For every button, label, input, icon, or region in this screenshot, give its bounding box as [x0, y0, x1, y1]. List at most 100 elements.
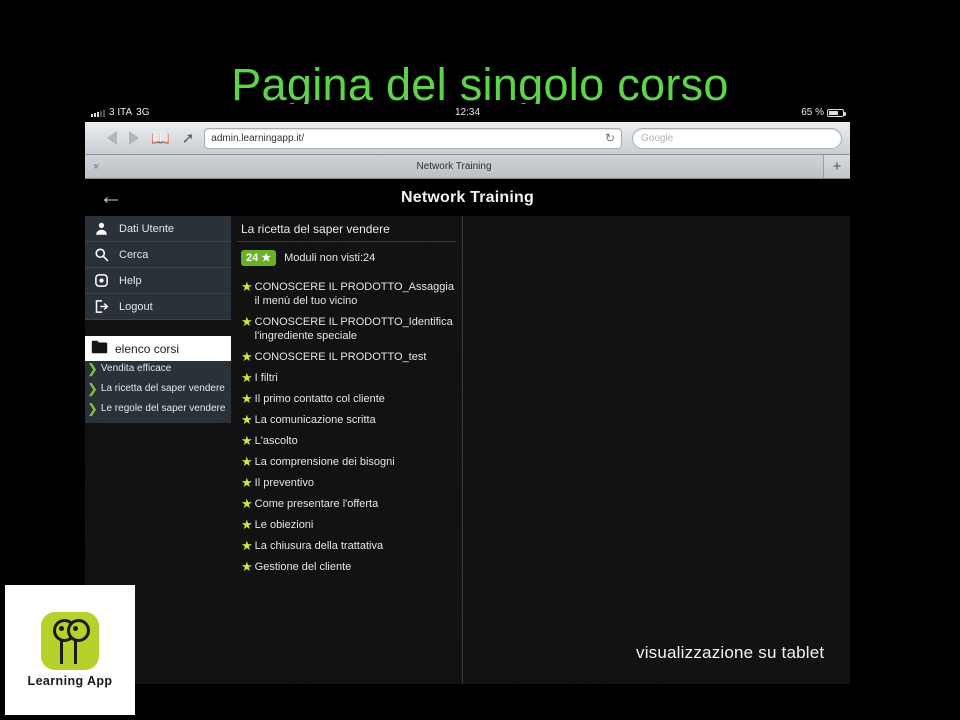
slide-caption: visualizzazione su tablet	[636, 643, 825, 662]
list-item[interactable]: ★ CONOSCERE IL PRODOTTO_Identifica l'ing…	[237, 315, 456, 350]
search-placeholder: Google	[641, 132, 674, 144]
logo-label: Learning App	[27, 674, 113, 688]
list-item[interactable]: ★ La comprensione dei bisogni	[237, 455, 456, 476]
list-item[interactable]: ❯ La ricetta del saper vendere	[85, 383, 231, 403]
help-icon	[91, 271, 111, 291]
star-icon: ★	[241, 559, 253, 574]
module-label: Le obiezioni	[254, 519, 314, 531]
list-item[interactable]: ★ L'ascolto	[237, 434, 456, 455]
reload-icon[interactable]: ↻	[605, 131, 615, 145]
module-label: Gestione del cliente	[254, 561, 352, 573]
list-item[interactable]: ★ I filtri	[237, 371, 456, 392]
module-label: Il preventivo	[254, 477, 314, 489]
folder-icon	[91, 340, 108, 357]
close-icon[interactable]: ×	[93, 161, 99, 173]
status-bar-right: 65 %	[801, 104, 846, 122]
share-icon[interactable]: ➚	[182, 131, 195, 146]
tab-label: Network Training	[416, 161, 492, 172]
unseen-modules-label: Moduli non visti:24	[284, 252, 376, 264]
app-body: Dati Utente Cerca Help Logout elenco cor…	[85, 216, 850, 684]
clock-label: 12:34	[454, 107, 481, 118]
module-column: La ricetta del saper vendere 24 ★ Moduli…	[231, 216, 463, 684]
list-item[interactable]: ★ Come presentare l'offerta	[237, 497, 456, 518]
logout-icon	[91, 297, 111, 317]
status-bar: 3 ITA 3G 12:34 65 %	[85, 104, 850, 122]
new-tab-button[interactable]: +	[824, 155, 850, 178]
course-list: ❯ Vendita efficace ❯ La ricetta del sape…	[85, 361, 231, 423]
url-input[interactable]: admin.learningapp.it/ ↻	[204, 127, 622, 149]
eye-left-icon	[53, 619, 76, 664]
badge-count: 24	[246, 252, 259, 264]
elenco-corsi-label: elenco corsi	[115, 341, 180, 356]
sidebar-item-dati-utente[interactable]: Dati Utente	[85, 216, 231, 242]
module-label: Il primo contatto col cliente	[254, 393, 385, 405]
course-label: La ricetta del saper vendere	[100, 383, 225, 394]
eye-right-icon	[67, 619, 90, 664]
list-item[interactable]: ★ Il preventivo	[237, 476, 456, 497]
module-label: CONOSCERE IL PRODOTTO_Assaggia il menù d…	[254, 281, 454, 307]
course-label: Le regole del saper vendere	[100, 403, 226, 414]
list-item[interactable]: ★ Il primo contatto col cliente	[237, 392, 456, 413]
detail-pane	[463, 216, 850, 684]
list-item[interactable]: ★ Gestione del cliente	[237, 560, 456, 581]
module-label: CONOSCERE IL PRODOTTO_Identifica l'ingre…	[254, 316, 453, 342]
sidebar-item-label: Help	[119, 274, 142, 287]
app-page: ← Network Training Dati Utente Cerca Hel…	[85, 179, 850, 684]
slide: Pagina del singolo corso 3 ITA 3G 12:34 …	[0, 0, 960, 720]
star-icon: ★	[241, 517, 253, 532]
star-icon: ★	[241, 433, 253, 448]
list-item[interactable]: ★ La chiusura della trattativa	[237, 539, 456, 560]
battery-icon	[827, 109, 846, 117]
search-input[interactable]: Google	[632, 127, 842, 149]
chevron-right-icon: ❯	[87, 383, 98, 396]
module-list: ★ CONOSCERE IL PRODOTTO_Assaggia il menù…	[237, 270, 456, 581]
course-label: Vendita efficace	[100, 363, 172, 374]
star-icon: ★	[241, 279, 253, 294]
chevron-right-icon: ❯	[87, 363, 98, 376]
star-icon: ★	[241, 475, 253, 490]
tab-network-training[interactable]: × Network Training	[85, 155, 824, 178]
list-item[interactable]: ★ CONOSCERE IL PRODOTTO_Assaggia il menù…	[237, 280, 456, 315]
tablet-screenshot: 3 ITA 3G 12:34 65 % 📖 ➚ admin.learningap…	[85, 104, 850, 684]
sidebar-item-cerca[interactable]: Cerca	[85, 242, 231, 268]
module-label: I filtri	[254, 372, 278, 384]
back-arrow-icon[interactable]: ←	[99, 185, 123, 209]
sidebar-item-label: Cerca	[119, 248, 149, 261]
logo: Learning App	[5, 585, 135, 715]
tab-strip: × Network Training +	[85, 155, 850, 179]
elenco-corsi-header[interactable]: elenco corsi	[85, 336, 231, 361]
star-icon: ★	[241, 454, 253, 469]
star-icon: ★	[241, 496, 253, 511]
module-label: L'ascolto	[254, 435, 298, 447]
sidebar-menu: Dati Utente Cerca Help Logout	[85, 216, 231, 320]
app-header: ← Network Training	[85, 179, 850, 216]
app-title: Network Training	[401, 188, 534, 206]
star-icon: ★	[241, 349, 253, 364]
list-item[interactable]: ★ CONOSCERE IL PRODOTTO_test	[237, 350, 456, 371]
url-text: admin.learningapp.it/	[211, 132, 305, 144]
module-label: CONOSCERE IL PRODOTTO_test	[254, 351, 427, 363]
sidebar-item-help[interactable]: Help	[85, 268, 231, 294]
sidebar-item-logout[interactable]: Logout	[85, 294, 231, 320]
star-icon: ★	[261, 252, 272, 264]
unseen-modules-row: 24 ★ Moduli non visti:24	[237, 242, 456, 270]
list-item[interactable]: ❯ Le regole del saper vendere	[85, 403, 231, 423]
list-item[interactable]: ❯ Vendita efficace	[85, 363, 231, 383]
star-icon: ★	[241, 391, 253, 406]
star-icon: ★	[241, 314, 253, 329]
star-icon: ★	[241, 538, 253, 553]
back-icon[interactable]	[107, 131, 117, 145]
sidebar-item-label: Logout	[119, 300, 153, 313]
chevron-right-icon: ❯	[87, 403, 98, 416]
bookmarks-icon[interactable]: 📖	[151, 131, 170, 146]
forward-icon[interactable]	[129, 131, 139, 145]
module-label: La comprensione dei bisogni	[254, 456, 395, 468]
status-badge: 24 ★	[241, 250, 277, 266]
browser-nav-icons: 📖 ➚	[93, 131, 194, 146]
battery-percent-label: 65 %	[801, 107, 824, 118]
module-label: La chiusura della trattativa	[254, 540, 384, 552]
list-item[interactable]: ★ La comunicazione scritta	[237, 413, 456, 434]
list-item[interactable]: ★ Le obiezioni	[237, 518, 456, 539]
module-label: La comunicazione scritta	[254, 414, 376, 426]
module-label: Come presentare l'offerta	[254, 498, 379, 510]
